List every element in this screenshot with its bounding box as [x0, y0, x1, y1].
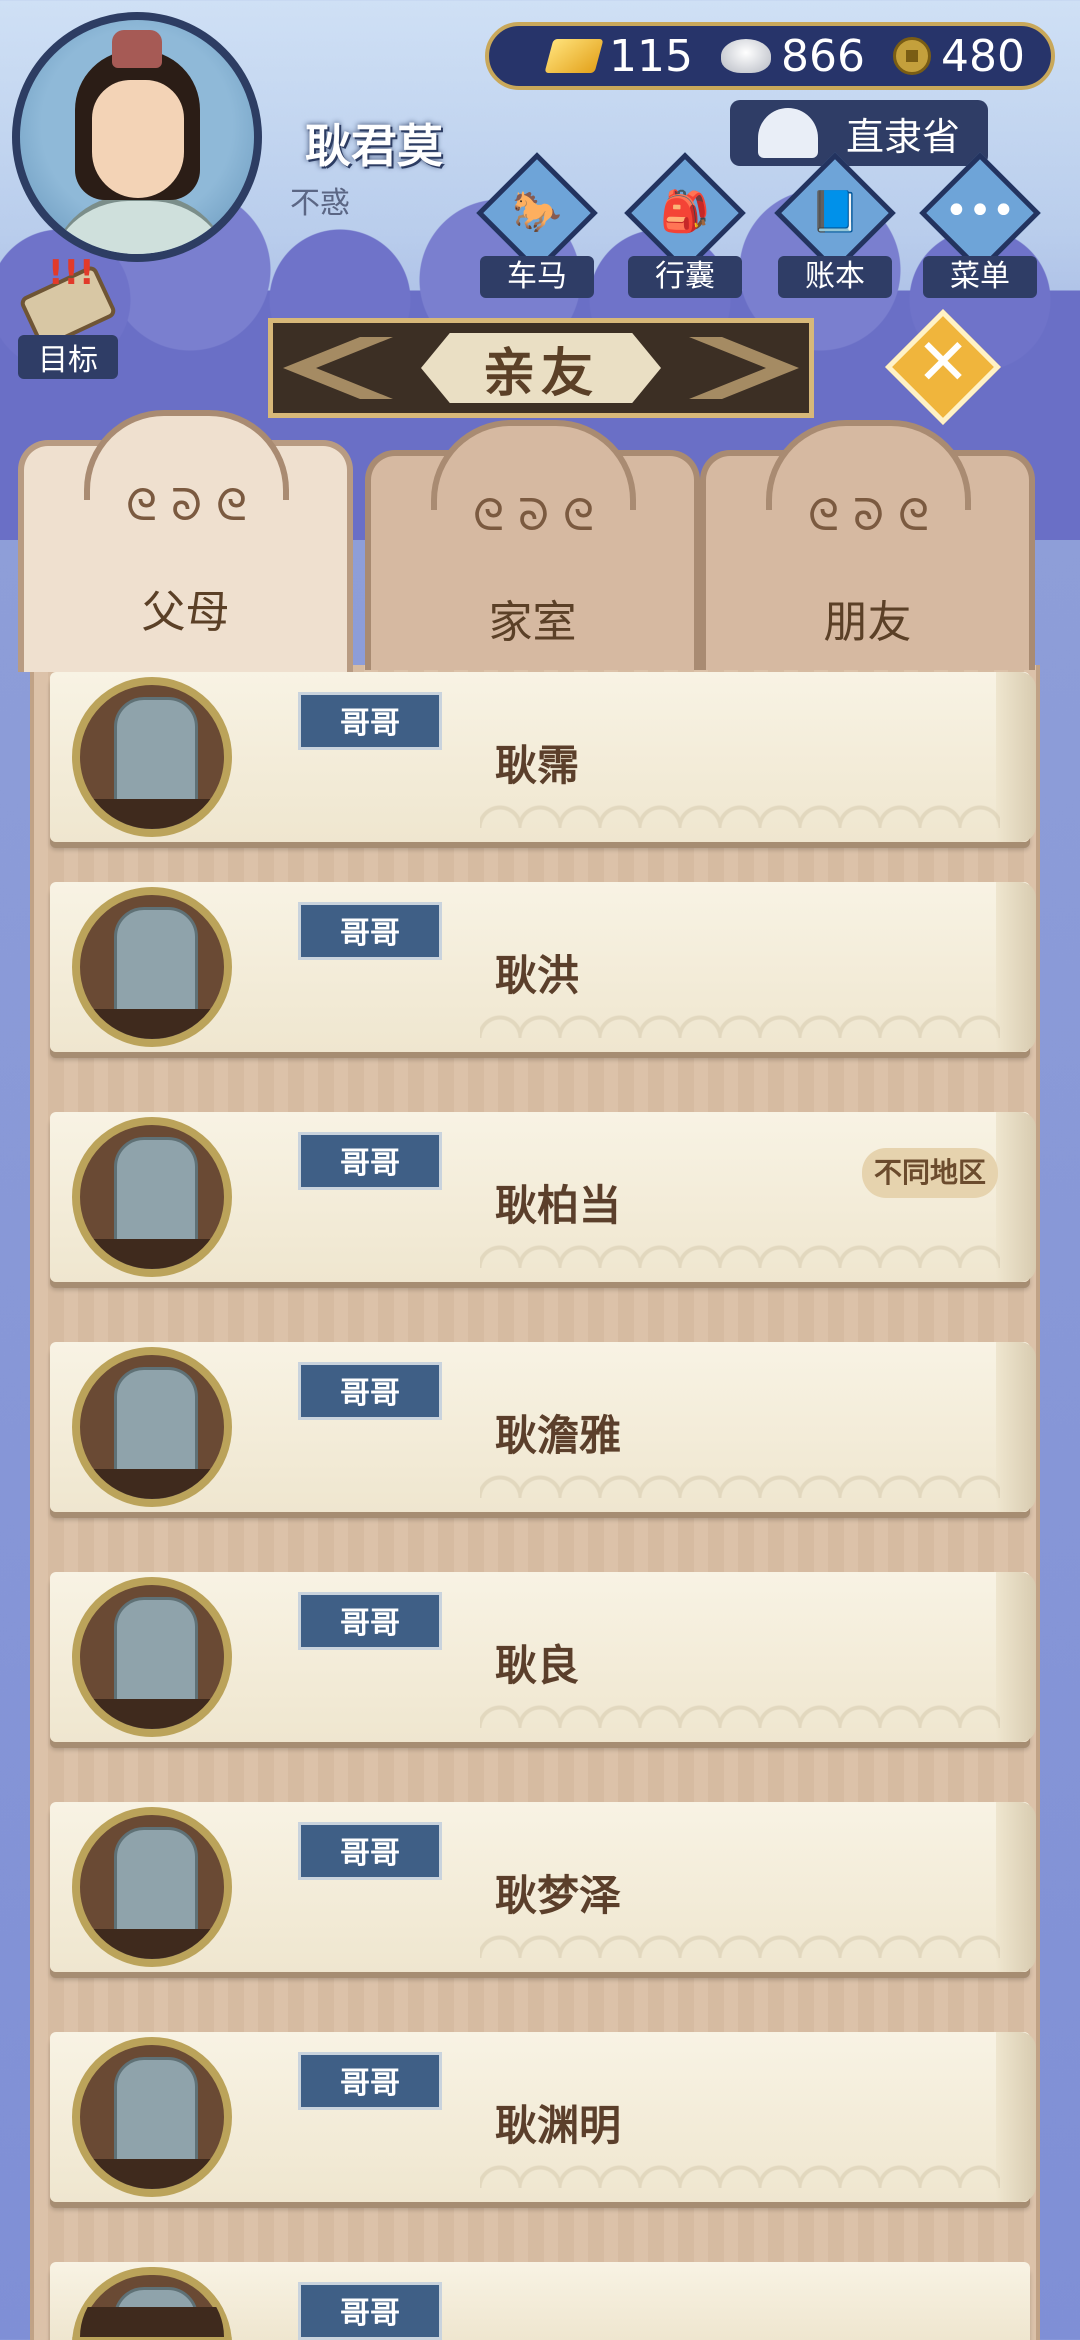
goal-label: 目标 — [18, 335, 118, 379]
relation-badge: 哥哥 — [298, 2282, 442, 2340]
page-title: 亲友 — [421, 333, 661, 403]
cloud-ornament-icon: ᘓ ᘐ ᘓ — [473, 490, 594, 541]
relative-name: 耿澹雅 — [495, 1411, 622, 1460]
location-button[interactable]: 直隶省 — [730, 100, 988, 166]
menu-main-button[interactable]: ••• 菜单 — [915, 152, 1045, 300]
menu-main-label: 菜单 — [923, 256, 1037, 298]
menu-bag-button[interactable]: 🎒 行囊 — [620, 152, 750, 300]
tombstone-portrait-icon — [72, 2037, 232, 2197]
list-item[interactable]: 哥哥 耿渊明 — [50, 2032, 1036, 2202]
list-item[interactable]: 哥哥 耿柏当 不同地区 — [50, 1112, 1036, 1282]
relative-name: 耿良 — [495, 1641, 580, 1690]
bowl-hat-icon — [758, 108, 818, 158]
relative-name: 耿霈 — [495, 741, 580, 790]
player-avatar[interactable] — [12, 12, 262, 262]
avatar-face — [92, 80, 184, 198]
tab-family[interactable]: ᘓ ᘐ ᘓ 家室 — [365, 420, 700, 670]
avatar-hair-bun — [112, 30, 162, 68]
location-label: 直隶省 — [845, 114, 960, 159]
close-icon: ✕ — [916, 326, 970, 400]
tombstone-portrait-icon — [72, 1347, 232, 1507]
goal-button[interactable]: !!! 目标 — [18, 253, 118, 379]
relation-badge: 哥哥 — [298, 1362, 442, 1420]
relation-badge: 哥哥 — [298, 2052, 442, 2110]
avatar-robe — [50, 195, 230, 254]
menu-ledger-label: 账本 — [778, 256, 892, 298]
menu-carriage-label: 车马 — [480, 256, 594, 298]
title-banner: 亲友 — [268, 318, 814, 418]
relation-badge: 哥哥 — [298, 1592, 442, 1650]
relation-badge: 哥哥 — [298, 692, 442, 750]
list-item[interactable]: 哥哥 耿洪 — [50, 882, 1036, 1052]
tab-family-label: 家室 — [488, 597, 577, 648]
tombstone-portrait-icon — [72, 2267, 232, 2340]
menu-bag-label: 行囊 — [628, 256, 742, 298]
list-item[interactable]: 哥哥 耿良 — [50, 1572, 1036, 1742]
coin-amount: 480 — [940, 30, 1025, 82]
relation-badge: 哥哥 — [298, 902, 442, 960]
relative-name: 耿柏当 — [495, 1181, 622, 1230]
tombstone-portrait-icon — [72, 1117, 232, 1277]
relation-badge: 哥哥 — [298, 1822, 442, 1880]
gold-ingot-icon — [544, 39, 604, 73]
goal-alert-icon: !!! — [48, 253, 95, 293]
player-age-label: 不惑 — [290, 186, 350, 221]
relation-badge: 哥哥 — [298, 1132, 442, 1190]
menu-ledger-button[interactable]: 📘 账本 — [770, 152, 900, 300]
menu-carriage-button[interactable]: 🐎 车马 — [472, 152, 602, 300]
tab-parents-label: 父母 — [141, 587, 230, 638]
list-item[interactable]: 哥哥 — [50, 2262, 1030, 2340]
tab-friends[interactable]: ᘓ ᘐ ᘓ 朋友 — [700, 420, 1035, 670]
gold-amount: 115 — [609, 30, 693, 82]
currency-bar: 115 866 480 — [485, 22, 1055, 90]
list-item[interactable]: 哥哥 耿梦泽 — [50, 1802, 1036, 1972]
player-name: 耿君莫 — [305, 119, 443, 173]
tab-friends-label: 朋友 — [823, 597, 912, 648]
silver-ingot-icon — [720, 39, 771, 73]
tombstone-portrait-icon — [72, 1577, 232, 1737]
region-badge: 不同地区 — [862, 1148, 999, 1198]
tombstone-portrait-icon — [72, 677, 232, 837]
cloud-ornament-icon: ᘓ ᘐ ᘓ — [808, 490, 929, 541]
tombstone-portrait-icon — [72, 887, 232, 1047]
list-item[interactable]: 哥哥 耿霈 — [50, 672, 1036, 842]
tab-parents[interactable]: ᘓ ᘐ ᘓ 父母 — [18, 410, 353, 672]
silver-amount: 866 — [780, 30, 865, 82]
list-item[interactable]: 哥哥 耿澹雅 — [50, 1342, 1036, 1512]
cloud-ornament-icon: ᘓ ᘐ ᘓ — [126, 480, 247, 531]
tombstone-portrait-icon — [72, 1807, 232, 1967]
relative-name: 耿渊明 — [495, 2101, 622, 2150]
copper-coin-icon — [892, 37, 931, 75]
relative-name: 耿洪 — [495, 951, 580, 1000]
relative-name: 耿梦泽 — [495, 1871, 622, 1920]
